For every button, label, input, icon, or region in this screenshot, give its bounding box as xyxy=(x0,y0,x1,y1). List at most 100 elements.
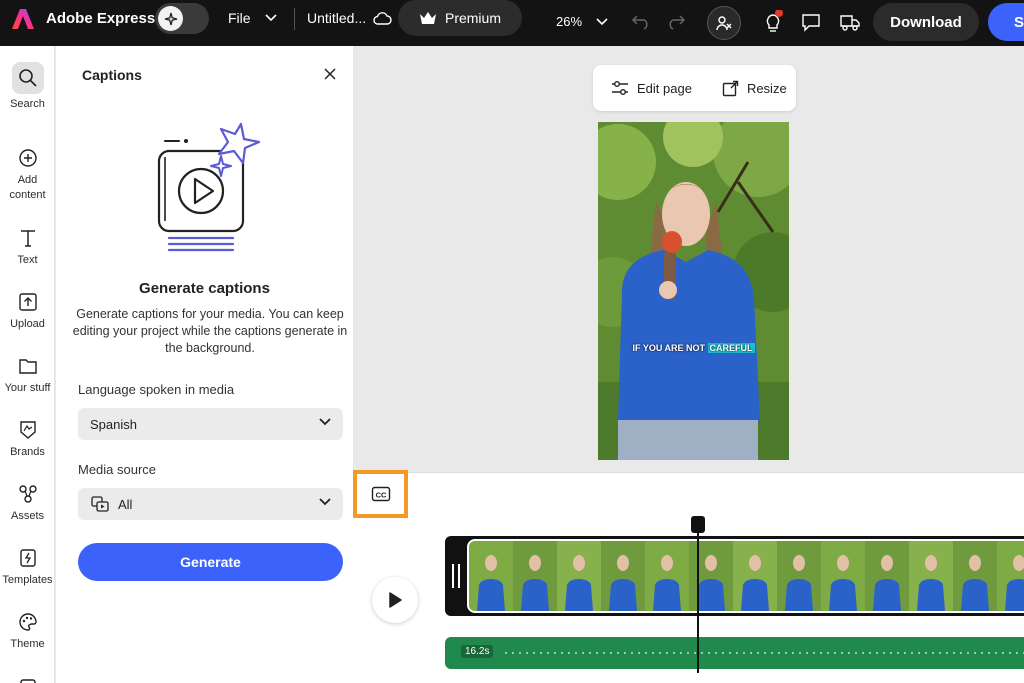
share-button[interactable]: Sh xyxy=(988,3,1024,41)
collaborate-button[interactable] xyxy=(707,6,741,40)
search-icon xyxy=(11,62,44,94)
upload-icon xyxy=(18,290,38,314)
rail-item-templates[interactable]: Templates xyxy=(0,546,54,588)
calendar-icon xyxy=(19,674,37,683)
people-icon xyxy=(716,16,732,31)
redo-icon[interactable] xyxy=(666,12,686,30)
chevron-down-icon xyxy=(319,418,331,426)
rail-item-label: Search xyxy=(10,98,45,110)
video-thumbnail xyxy=(953,541,997,611)
document-title-text: Untitled... xyxy=(307,10,367,26)
sliders-icon xyxy=(612,81,628,95)
video-thumbnail xyxy=(733,541,777,611)
play-icon xyxy=(389,592,402,608)
cloud-icon xyxy=(373,12,392,25)
video-thumbnail xyxy=(513,541,557,611)
video-thumbnail xyxy=(997,541,1024,611)
document-title[interactable]: Untitled... xyxy=(307,10,392,26)
language-select-value: Spanish xyxy=(90,416,137,432)
rail-item-label: Assets xyxy=(10,510,44,522)
file-menu-label: File xyxy=(228,10,251,26)
page-toolbar: Edit page Resize xyxy=(593,65,796,111)
captions-panel: Captions Generate captions Generate capt… xyxy=(56,46,353,683)
zoom-value: 26% xyxy=(556,14,583,29)
resize-icon xyxy=(722,80,739,96)
rail-item-upload[interactable]: Upload xyxy=(0,290,54,332)
video-scene-image xyxy=(598,122,789,460)
panel-title: Captions xyxy=(82,67,142,83)
top-bar: Adobe Express File Untitled... Premium 2… xyxy=(0,0,1024,46)
zoom-control[interactable]: 26% xyxy=(556,14,608,29)
divider xyxy=(294,8,295,30)
comment-icon[interactable] xyxy=(801,12,821,32)
captions-illustration-icon xyxy=(157,122,261,252)
rail-item-label: Upload xyxy=(10,318,45,330)
palette-icon xyxy=(18,610,38,634)
resize-label: Resize xyxy=(746,80,787,96)
canvas-area: Edit page Resize IF YOU ARE NOT CAREFUL xyxy=(353,46,1024,472)
video-track[interactable] xyxy=(445,536,1024,616)
undo-icon[interactable] xyxy=(631,12,651,30)
video-thumbnail xyxy=(821,541,865,611)
rail-item-label: Templates xyxy=(2,574,53,586)
rail-item-theme[interactable]: Theme xyxy=(0,610,54,652)
caption-text: IF YOU ARE NOT xyxy=(632,343,705,353)
language-select[interactable]: Spanish xyxy=(78,408,343,440)
playhead-handle[interactable] xyxy=(691,516,705,533)
rail-item-label: Add content xyxy=(9,174,46,201)
sparkle-icon xyxy=(158,6,183,31)
video-preview[interactable]: IF YOU ARE NOT CAREFUL xyxy=(598,122,789,460)
lightbulb-notification-icon[interactable] xyxy=(762,10,784,34)
rail-item-add-content[interactable]: Add content xyxy=(0,146,54,203)
rail-item-label: Brands xyxy=(10,446,45,458)
video-thumbnail xyxy=(865,541,909,611)
rail-item-brands[interactable]: Brands xyxy=(0,418,54,460)
rail-item-assets[interactable]: Assets xyxy=(0,482,54,524)
audio-track[interactable]: 16.2s xyxy=(445,637,1024,669)
timeline: CC 16.2s xyxy=(353,470,1024,683)
audio-duration: 16.2s xyxy=(461,645,494,658)
ai-toggle[interactable] xyxy=(155,3,209,34)
rail-item-your-stuff[interactable]: Your stuff xyxy=(0,354,54,396)
premium-button[interactable]: Premium xyxy=(398,0,522,36)
delivery-truck-icon[interactable] xyxy=(839,12,861,32)
video-thumbnail xyxy=(777,541,821,611)
templates-icon xyxy=(19,546,37,570)
play-button[interactable] xyxy=(372,577,418,623)
edit-page-button[interactable]: Edit page xyxy=(611,80,692,96)
text-icon xyxy=(19,226,37,250)
resize-button[interactable]: Resize xyxy=(722,80,787,97)
caption-highlight-word: CAREFUL xyxy=(707,343,755,353)
download-button[interactable]: Download xyxy=(873,3,979,41)
crown-icon xyxy=(419,12,436,24)
video-thumbnail xyxy=(601,541,645,611)
left-rail: Search Add content Text Upload Your stuf… xyxy=(0,46,55,683)
media-stack-icon xyxy=(91,496,109,512)
generate-button[interactable]: Generate xyxy=(78,543,343,581)
app-name[interactable]: Adobe Express xyxy=(46,10,155,27)
rail-item-more[interactable] xyxy=(0,674,54,683)
assets-icon xyxy=(18,482,38,506)
adobe-express-logo-icon[interactable] xyxy=(12,8,34,30)
trim-handle[interactable] xyxy=(452,564,460,588)
generate-captions-description: Generate captions for your media. You ca… xyxy=(72,307,348,355)
rail-item-label: Text xyxy=(17,254,38,266)
close-icon[interactable] xyxy=(324,68,336,80)
captions-cc-button[interactable]: CC xyxy=(353,470,408,518)
svg-text:CC: CC xyxy=(375,491,386,500)
rail-item-text[interactable]: Text xyxy=(0,226,54,268)
media-source-select[interactable]: All xyxy=(78,488,343,520)
video-filmstrip xyxy=(467,539,1024,613)
rail-item-search[interactable]: Search xyxy=(0,62,54,112)
chevron-down-icon xyxy=(264,14,277,22)
video-thumbnail xyxy=(645,541,689,611)
file-menu[interactable]: File xyxy=(228,10,277,26)
closed-captions-icon: CC xyxy=(371,486,390,502)
media-source-value: All xyxy=(118,496,133,512)
video-thumbnail xyxy=(469,541,513,611)
rail-item-label: Theme xyxy=(10,638,45,650)
rail-item-label: Your stuff xyxy=(4,382,51,394)
brand-icon xyxy=(19,418,37,442)
premium-label: Premium xyxy=(444,10,501,26)
edit-page-label: Edit page xyxy=(637,80,692,96)
